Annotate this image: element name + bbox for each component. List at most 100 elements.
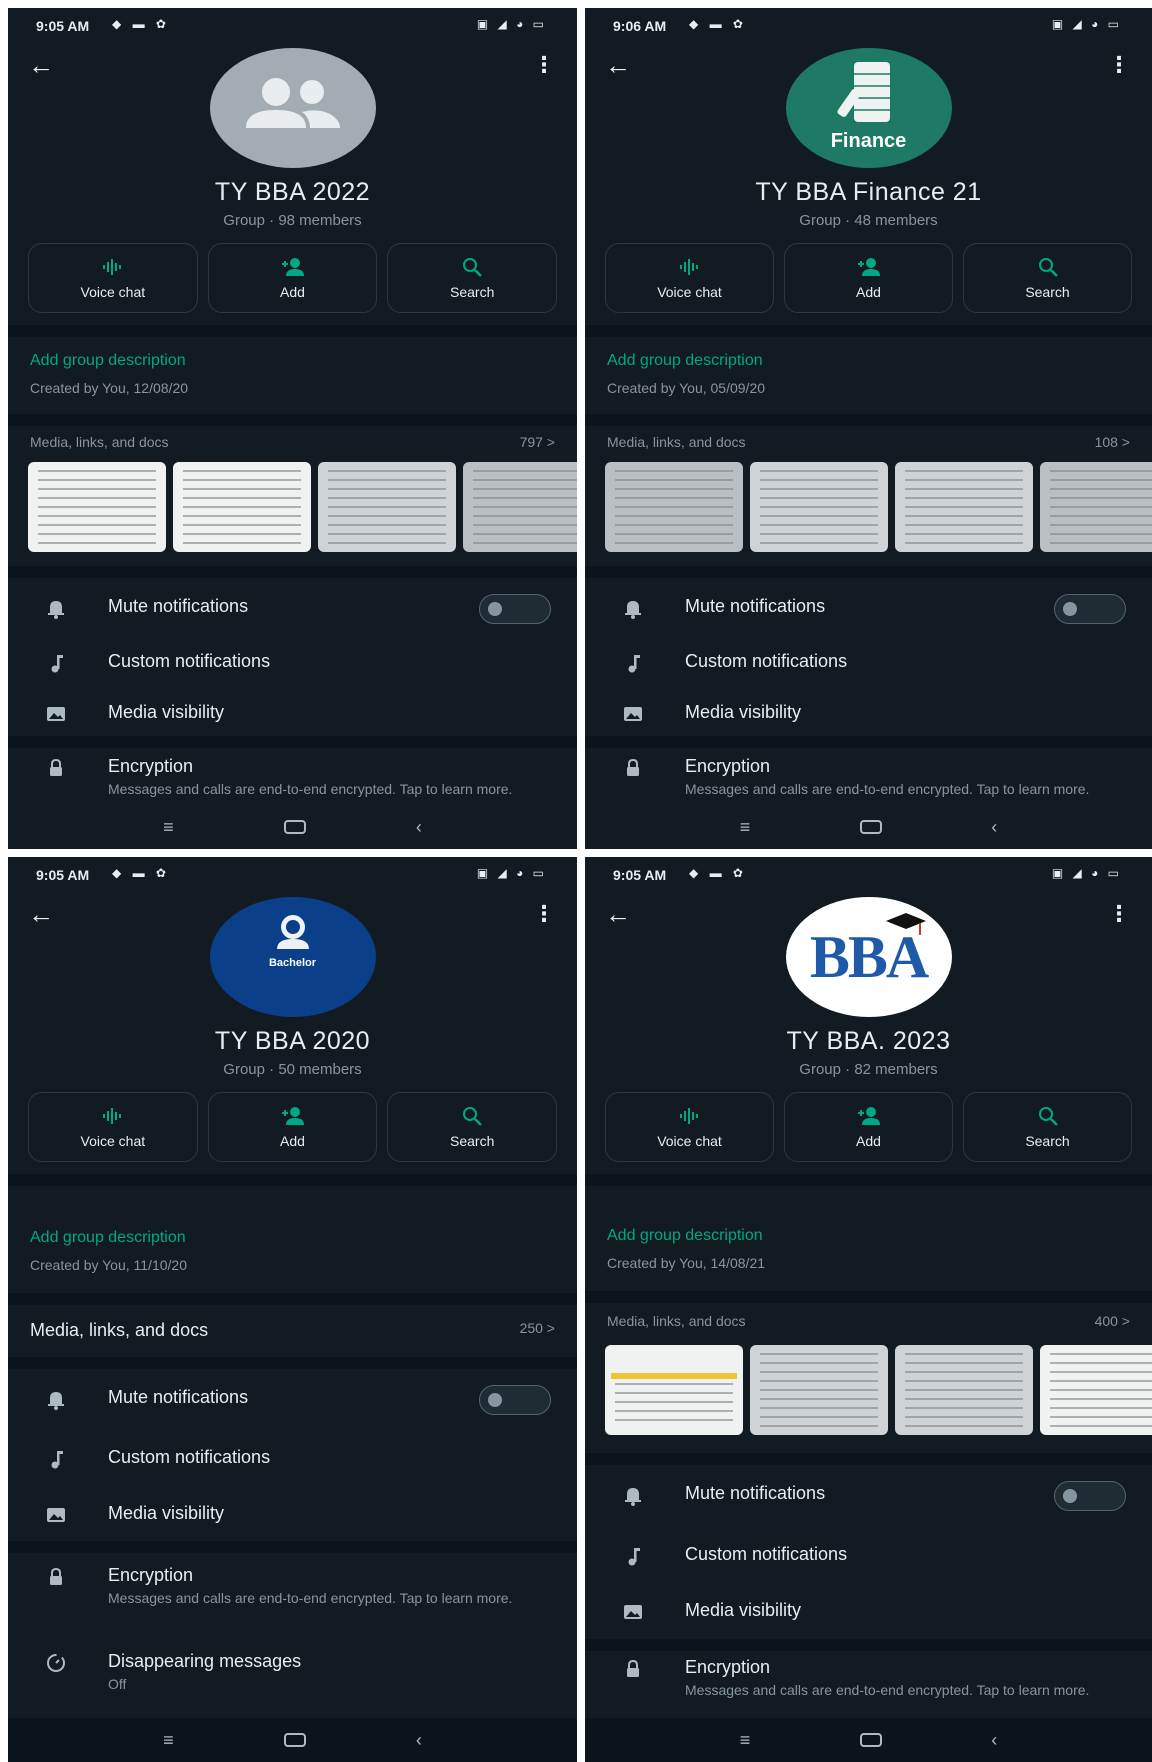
media-thumbnail[interactable] (750, 1345, 888, 1435)
add-member-button[interactable]: Add (207, 1092, 378, 1162)
add-member-button[interactable]: Add (207, 243, 378, 313)
media-links-docs-row[interactable]: Media, links, and docs 797 > (30, 434, 555, 450)
media-thumbnails (28, 462, 577, 552)
mute-toggle[interactable] (479, 594, 551, 624)
recent-apps-icon[interactable]: ≡ (163, 1730, 174, 1751)
status-bar: 9:06 AM ◆ ▬ ✿ ▣ ◢ ◕ ▭ (585, 8, 1152, 44)
voice-chat-button[interactable]: Voice chat (28, 243, 198, 313)
custom-notifications-row[interactable]: Custom notifications (8, 643, 577, 683)
media-thumbnail[interactable] (605, 462, 743, 552)
mute-notifications-row[interactable]: Mute notifications (8, 1379, 577, 1419)
notification-icons: ◆ ▬ ✿ (112, 866, 170, 880)
encryption-row[interactable]: Encryption Messages and calls are end-to… (8, 748, 577, 808)
section-divider (8, 566, 577, 578)
media-links-docs-row[interactable]: Media, links, and docs 250 > (30, 1320, 555, 1341)
encryption-row[interactable]: Encryption Messages and calls are end-to… (585, 1649, 1152, 1709)
group-avatar[interactable]: Bachelor (209, 897, 376, 1017)
toggle-knob (1063, 1489, 1077, 1503)
spreadsheet-preview (611, 1373, 737, 1379)
add-description-link[interactable]: Add group description (607, 352, 763, 370)
home-icon[interactable] (283, 820, 306, 834)
home-icon[interactable] (283, 1733, 306, 1747)
bell-icon (625, 1488, 641, 1506)
back-arrow-icon[interactable]: ← (605, 901, 631, 927)
mute-toggle[interactable] (1054, 1481, 1126, 1511)
group-avatar[interactable]: Finance (785, 48, 952, 168)
media-thumbnail[interactable] (605, 1345, 743, 1435)
mute-notifications-row[interactable]: Mute notifications (585, 588, 1152, 628)
media-visibility-row[interactable]: Media visibility (8, 694, 577, 734)
group-name: TY BBA 2022 (214, 178, 371, 206)
custom-notifications-row[interactable]: Custom notifications (585, 643, 1152, 683)
back-arrow-icon[interactable]: ← (605, 52, 631, 78)
add-description-link[interactable]: Add group description (30, 352, 186, 370)
media-label: Media, links, and docs (607, 1313, 746, 1329)
mute-notifications-row[interactable]: Mute notifications (585, 1475, 1152, 1515)
disappearing-messages-row[interactable]: Disappearing messages Off (8, 1643, 577, 1693)
media-links-docs-row[interactable]: Media, links, and docs 400 > (607, 1313, 1130, 1329)
custom-notifications-row[interactable]: Custom notifications (8, 1439, 577, 1479)
more-options-icon[interactable]: ⋮ (533, 54, 555, 76)
media-thumbnail[interactable] (750, 462, 888, 552)
home-icon[interactable] (859, 1733, 882, 1747)
encryption-row[interactable]: Encryption Messages and calls are end-to… (585, 748, 1152, 808)
nav-back-icon[interactable]: ‹ (416, 817, 422, 838)
more-options-icon[interactable]: ⋮ (1108, 54, 1130, 76)
media-visibility-label: Media visibility (108, 1503, 225, 1523)
signal-battery-icons: ▣ ◢ ◕ ▭ (1051, 17, 1122, 31)
voice-chat-button[interactable]: Voice chat (28, 1092, 198, 1162)
search-button[interactable]: Search (963, 1092, 1132, 1162)
section-divider (8, 1357, 577, 1369)
encryption-row[interactable]: Encryption Messages and calls are end-to… (8, 1557, 577, 1617)
group-avatar[interactable]: BBA (785, 897, 952, 1017)
disappearing-status: Off (108, 1676, 127, 1692)
section-divider (585, 1174, 1152, 1186)
media-thumbnail[interactable] (895, 462, 1033, 552)
media-thumbnail[interactable] (28, 462, 166, 552)
recent-apps-icon[interactable]: ≡ (740, 1730, 751, 1751)
toggle-knob (1063, 602, 1077, 616)
mute-toggle[interactable] (479, 1385, 551, 1415)
home-icon[interactable] (859, 820, 882, 834)
nav-back-icon[interactable]: ‹ (416, 1730, 422, 1751)
group-avatar[interactable] (209, 48, 376, 168)
mute-toggle[interactable] (1054, 594, 1126, 624)
back-arrow-icon[interactable]: ← (28, 52, 54, 78)
media-thumbnail[interactable] (1040, 1345, 1152, 1435)
nav-back-icon[interactable]: ‹ (991, 1730, 997, 1751)
search-button[interactable]: Search (387, 243, 558, 313)
search-button[interactable]: Search (387, 1092, 558, 1162)
mute-label: Mute notifications (685, 596, 826, 616)
voice-chat-button[interactable]: Voice chat (605, 243, 774, 313)
back-arrow-icon[interactable]: ← (28, 901, 54, 927)
encryption-label: Encryption (685, 756, 771, 776)
recent-apps-icon[interactable]: ≡ (740, 817, 751, 838)
more-options-icon[interactable]: ⋮ (1108, 903, 1130, 925)
media-thumbnail[interactable] (1040, 462, 1152, 552)
media-visibility-row[interactable]: Media visibility (8, 1495, 577, 1535)
section-divider (585, 566, 1152, 578)
media-thumbnail[interactable] (173, 462, 311, 552)
avatar-caption: Bachelor (268, 957, 317, 969)
search-button[interactable]: Search (963, 243, 1132, 313)
media-thumbnail[interactable] (463, 462, 577, 552)
nav-back-icon[interactable]: ‹ (991, 817, 997, 838)
custom-notifications-row[interactable]: Custom notifications (585, 1536, 1152, 1576)
add-description-link[interactable]: Add group description (607, 1227, 763, 1245)
recent-apps-icon[interactable]: ≡ (163, 817, 174, 838)
voice-wave-icon (102, 1108, 121, 1124)
group-info-screen-1: 9:05 AM ◆ ▬ ✿ ▣ ◢ ◕ ▭ ← ⋮ TY BBA 2022 Gr… (8, 8, 577, 849)
add-member-button[interactable]: Add (784, 1092, 953, 1162)
media-visibility-row[interactable]: Media visibility (585, 694, 1152, 734)
media-visibility-row[interactable]: Media visibility (585, 1592, 1152, 1632)
voice-chat-button[interactable]: Voice chat (605, 1092, 774, 1162)
mute-notifications-row[interactable]: Mute notifications (8, 588, 577, 628)
add-description-link[interactable]: Add group description (30, 1229, 186, 1247)
encryption-subtext: Messages and calls are end-to-end encryp… (685, 1682, 1090, 1698)
media-thumbnail[interactable] (318, 462, 456, 552)
media-thumbnail[interactable] (895, 1345, 1033, 1435)
add-member-button[interactable]: Add (784, 243, 953, 313)
signal-battery-icons: ▣ ◢ ◕ ▭ (476, 17, 547, 31)
more-options-icon[interactable]: ⋮ (533, 903, 555, 925)
media-links-docs-row[interactable]: Media, links, and docs 108 > (607, 434, 1130, 450)
